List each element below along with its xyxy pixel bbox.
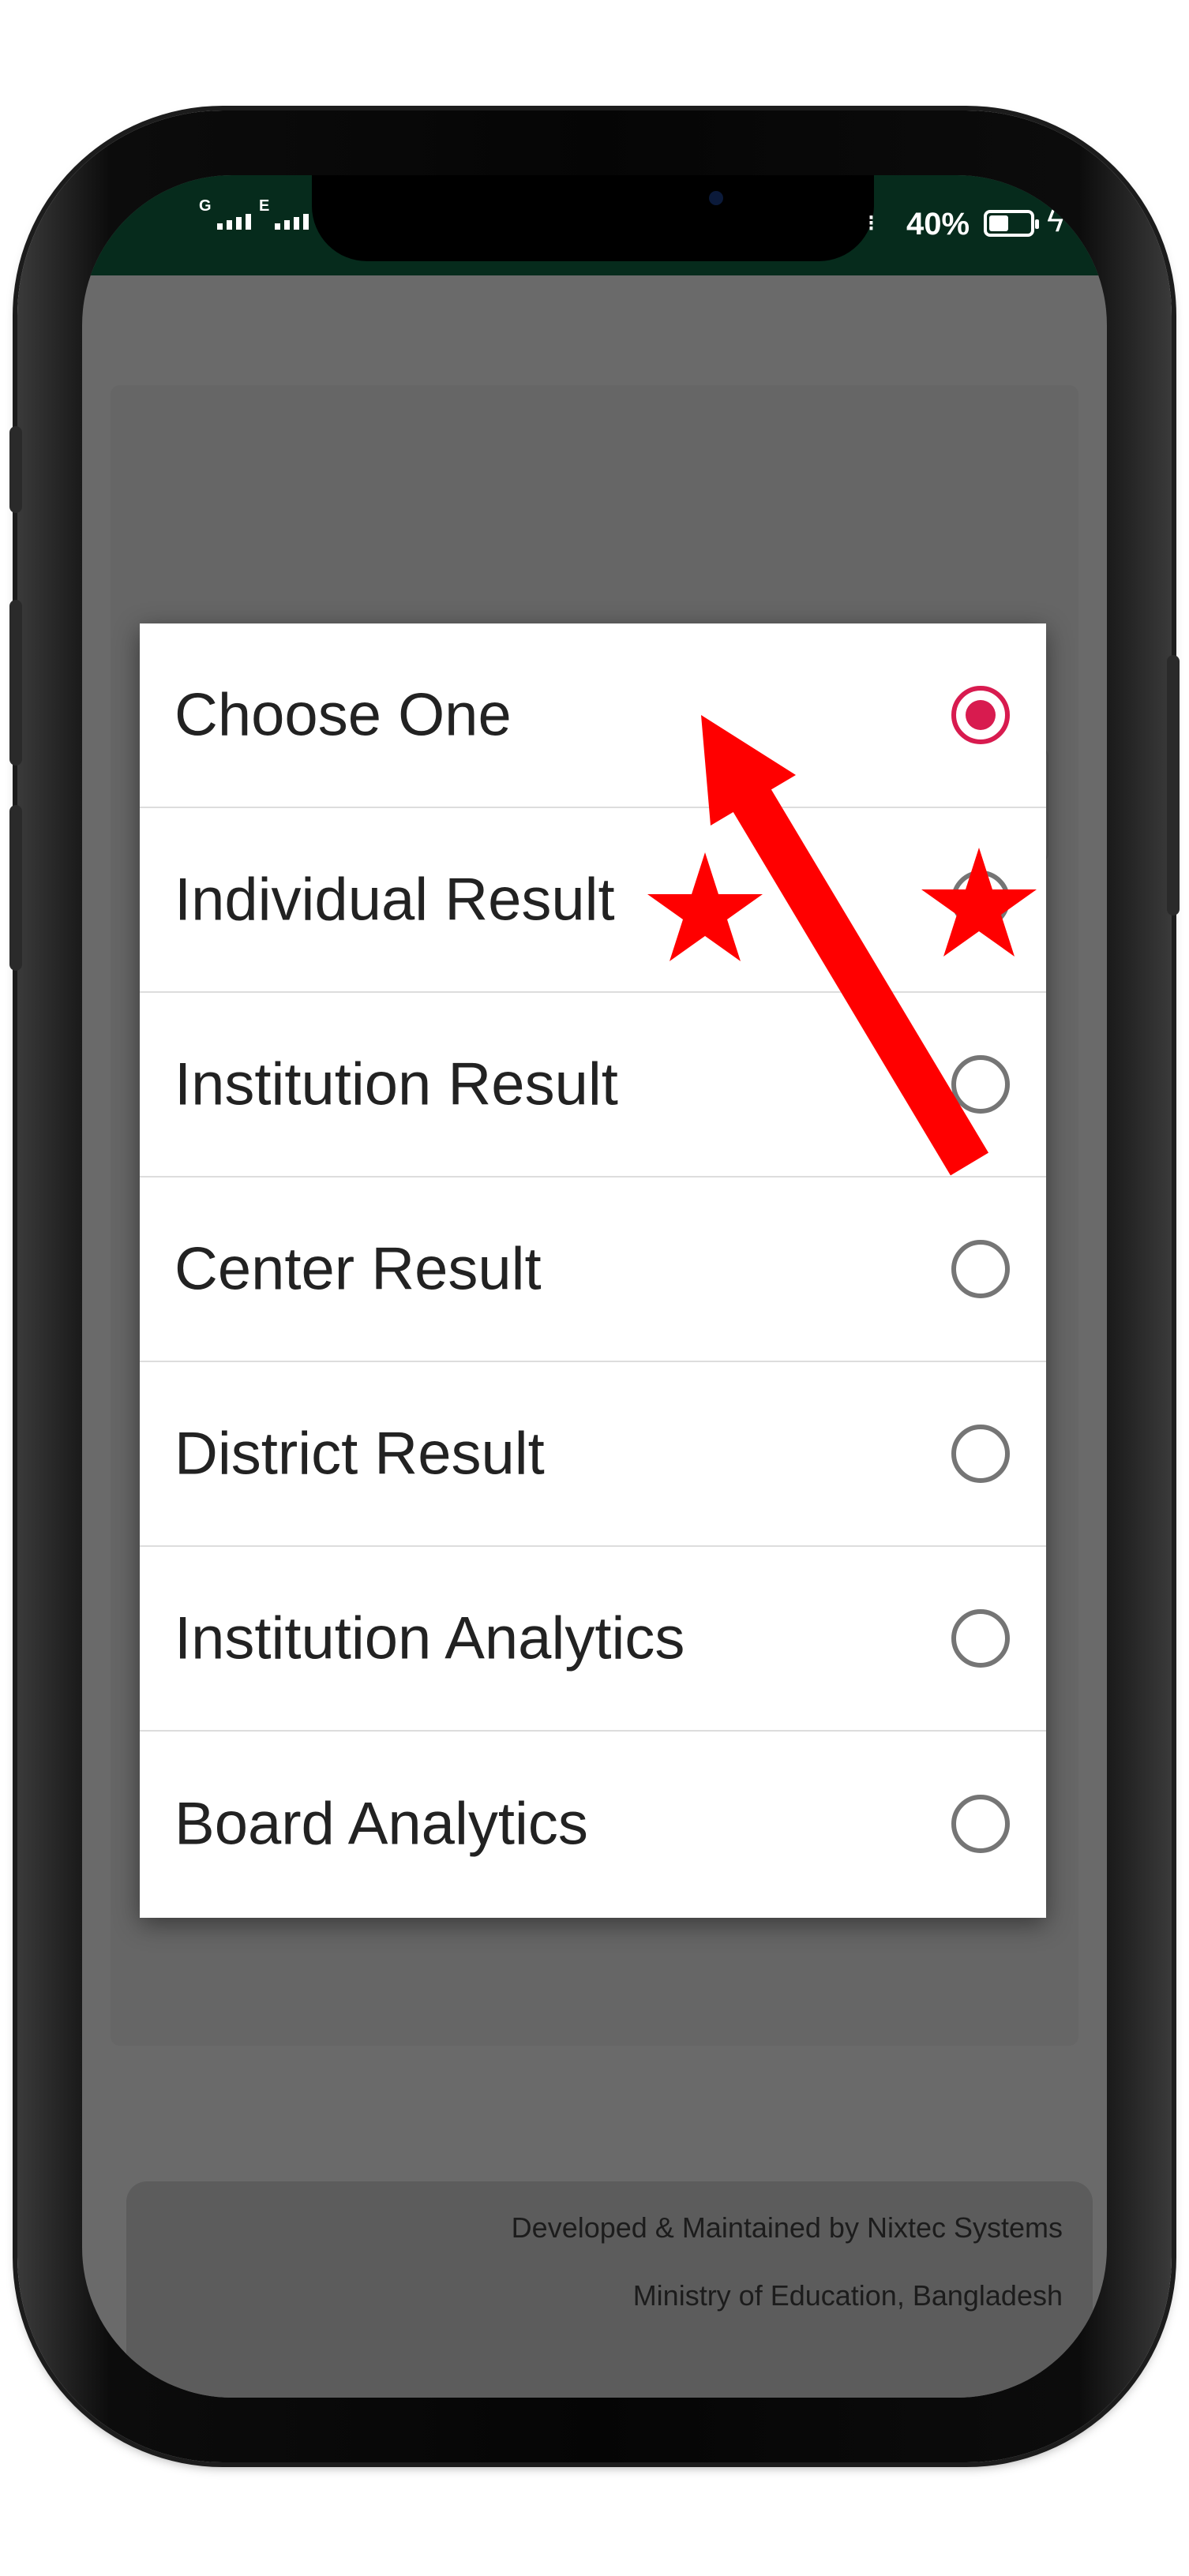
signal-2-icon: E [259,197,309,230]
option-district-result[interactable]: District Result [140,1362,1046,1547]
power-button [1167,655,1180,915]
volume-down-button [9,805,22,971]
option-center-result[interactable]: Center Result [140,1178,1046,1362]
battery-percent: 40% [906,207,970,242]
volume-up-button [9,600,22,766]
option-label: Individual Result [174,866,615,934]
charging-icon: ϟ [1047,204,1064,238]
option-choose-one[interactable]: Choose One [140,623,1046,808]
front-camera [709,191,723,205]
option-label: Center Result [174,1235,542,1303]
status-bar: G E ⁝ 40% ϟ [82,175,1107,275]
radio-icon[interactable] [951,1795,1010,1853]
radio-icon[interactable] [951,1425,1010,1483]
option-label: Choose One [174,681,512,749]
radio-icon[interactable] [951,871,1010,929]
radio-selected-icon[interactable] [951,686,1010,744]
option-institution-result[interactable]: Institution Result [140,993,1046,1178]
signal-1-icon: G [199,197,251,230]
option-board-analytics[interactable]: Board Analytics [140,1732,1046,1916]
footer: Developed & Maintained by Nixtec Systems… [126,2181,1093,2398]
footer-ministry: Ministry of Education, Bangladesh [632,2279,1063,2312]
option-label: District Result [174,1420,545,1488]
option-label: Institution Analytics [174,1604,685,1672]
mute-switch [9,426,22,513]
option-institution-analytics[interactable]: Institution Analytics [140,1547,1046,1732]
notch [312,175,874,261]
result-type-dialog: Choose One Individual Result Institution… [140,623,1046,1918]
option-label: Institution Result [174,1050,618,1118]
radio-icon[interactable] [951,1609,1010,1668]
option-individual-result[interactable]: Individual Result [140,808,1046,993]
data-activity-icon: ⁝ [868,211,875,235]
radio-icon[interactable] [951,1240,1010,1298]
footer-developer: Developed & Maintained by Nixtec Systems [511,2211,1063,2244]
radio-icon[interactable] [951,1055,1010,1114]
battery-icon [984,210,1039,237]
option-label: Board Analytics [174,1790,588,1858]
